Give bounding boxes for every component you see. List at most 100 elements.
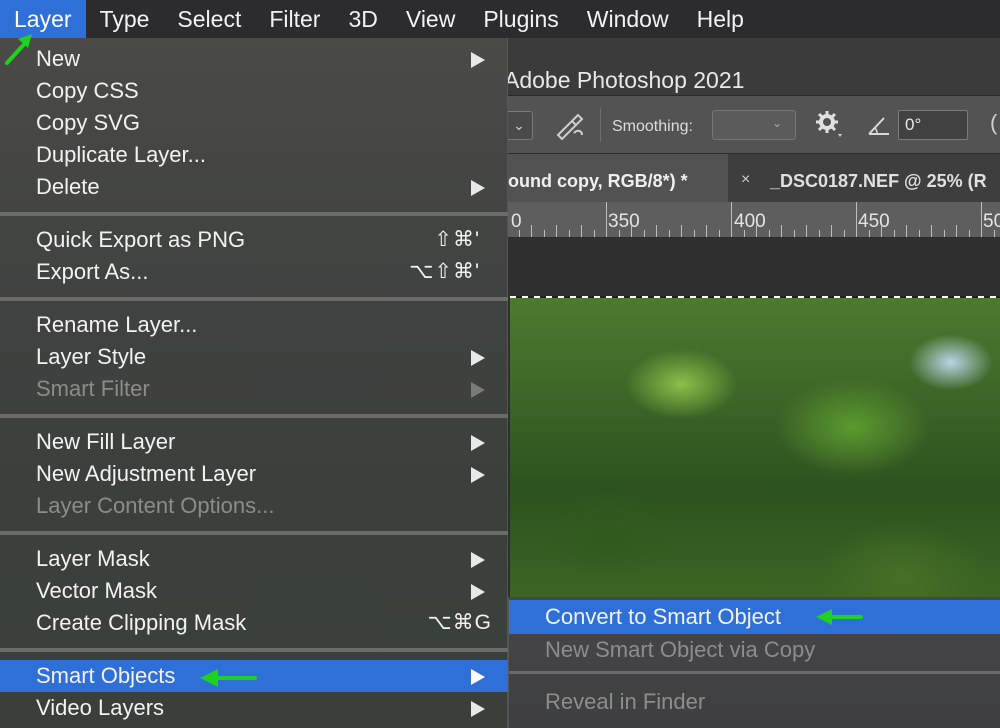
menu-view[interactable]: View [392, 0, 469, 38]
menu-item-quick-export-png[interactable]: Quick Export as PNG ⇧⌘' [0, 224, 508, 256]
submenu-arrow-icon [471, 584, 485, 600]
menu-item-vector-mask[interactable]: Vector Mask [0, 575, 508, 607]
menu-item-layer-mask[interactable]: Layer Mask [0, 543, 508, 575]
ruler-tick [693, 230, 695, 237]
menu-item-label: Create Clipping Mask [36, 610, 247, 635]
ruler-tick [568, 230, 570, 237]
submenu-item-label: Reveal in Finder [545, 689, 706, 714]
menu-separator [0, 414, 508, 418]
menu-item-smart-filter: Smart Filter [0, 373, 508, 405]
ruler-number: 0 [511, 211, 522, 232]
menu-bar: Layer Type Select Filter 3D View Plugins… [0, 0, 1000, 38]
menu-item-label: Layer Content Options... [36, 493, 275, 518]
ruler-tick [606, 202, 607, 237]
menu-item-new[interactable]: New [0, 43, 508, 75]
ruler-tick [781, 225, 782, 237]
submenu-item-convert-to-smart-object[interactable]: Convert to Smart Object [509, 600, 1000, 634]
ruler-tick [893, 230, 895, 237]
ruler-tick [543, 230, 545, 237]
submenu-separator [509, 671, 1000, 674]
menu-item-label: Smart Filter [36, 376, 150, 401]
menu-help[interactable]: Help [683, 0, 758, 38]
menu-item-label: Video Layers [36, 695, 165, 720]
menu-item-label: Copy CSS [36, 78, 139, 103]
menu-item-layer-style[interactable]: Layer Style [0, 341, 508, 373]
menu-item-new-fill-layer[interactable]: New Fill Layer [0, 426, 508, 458]
angle-input[interactable]: 0° [898, 110, 968, 140]
menu-item-delete[interactable]: Delete [0, 171, 508, 203]
ruler-tick [556, 225, 557, 237]
ruler-tick [718, 230, 720, 237]
gear-icon[interactable] [814, 108, 844, 140]
menu-item-label: Vector Mask [36, 578, 158, 603]
smart-objects-submenu: Convert to Smart Object New Smart Object… [508, 597, 1000, 728]
ruler-tick [706, 225, 707, 237]
selection-marquee [510, 296, 1000, 298]
tab-document-2[interactable]: _DSC0187.NEF @ 25% (R [770, 171, 987, 192]
menu-item-label: Delete [36, 174, 100, 199]
menu-plugins[interactable]: Plugins [469, 0, 572, 38]
menu-item-label: Export As... [36, 259, 149, 284]
brush-preset-dropdown[interactable]: ⌄ [505, 111, 533, 140]
ruler-tick [918, 230, 920, 237]
airbrush-icon[interactable] [552, 109, 588, 141]
ruler-tick [593, 230, 595, 237]
ruler-tick [793, 230, 795, 237]
menu-item-copy-svg[interactable]: Copy SVG [0, 107, 508, 139]
menu-type[interactable]: Type [86, 0, 164, 38]
close-icon[interactable]: × [741, 171, 750, 189]
ruler-number: 400 [734, 211, 766, 232]
ruler-tick [656, 225, 657, 237]
menu-3d[interactable]: 3D [334, 0, 391, 38]
options-overflow: ( [990, 110, 998, 135]
menu-item-label: Layer Mask [36, 546, 150, 571]
menu-item-label: Layer Style [36, 344, 147, 369]
options-divider [600, 108, 601, 142]
ruler-tick [831, 225, 832, 237]
smoothing-field[interactable] [712, 110, 796, 140]
menu-item-video-layers[interactable]: Video Layers [0, 692, 508, 724]
ruler-tick [631, 225, 632, 237]
menu-item-copy-css[interactable]: Copy CSS [0, 75, 508, 107]
submenu-arrow-icon [471, 350, 485, 366]
menu-item-export-as[interactable]: Export As... ⌥⇧⌘' [0, 256, 508, 288]
menu-item-label: Quick Export as PNG [36, 227, 246, 252]
submenu-arrow-icon [471, 467, 485, 483]
annotation-arrow-icon [816, 609, 863, 625]
submenu-arrow-icon [471, 180, 485, 196]
ruler-tick [843, 230, 845, 237]
submenu-arrow-icon [471, 669, 485, 685]
keyboard-shortcut: ⌥⌘G [427, 611, 492, 634]
ruler-tick [993, 230, 995, 237]
tab-active-label: ound copy, RGB/8*) * [508, 171, 688, 191]
annotation-arrow-icon [200, 669, 257, 687]
menu-item-label: New Fill Layer [36, 429, 176, 454]
ruler-number: 50 [983, 211, 1000, 232]
ruler-tick [668, 230, 670, 237]
ruler-tick [731, 202, 732, 237]
menu-window[interactable]: Window [573, 0, 683, 38]
menu-item-rename-layer[interactable]: Rename Layer... [0, 309, 508, 341]
ruler-tick [906, 225, 907, 237]
menu-item-label: Rename Layer... [36, 312, 198, 337]
submenu-item-label: Convert to Smart Object [545, 604, 781, 629]
ruler-tick [931, 225, 932, 237]
menu-item-duplicate-layer[interactable]: Duplicate Layer... [0, 139, 508, 171]
menu-filter[interactable]: Filter [255, 0, 334, 38]
menu-item-create-clipping-mask[interactable]: Create Clipping Mask ⌥⌘G [0, 607, 508, 639]
submenu-item-label: New Smart Object via Copy [545, 637, 816, 662]
ruler-tick [881, 225, 882, 237]
angle-icon [868, 117, 889, 135]
ruler-tick [943, 230, 945, 237]
smoothing-label: Smoothing: [612, 118, 693, 135]
menu-item-label: Smart Objects [36, 663, 176, 688]
ruler-number: 350 [608, 211, 640, 232]
app-title: Adobe Photoshop 2021 [504, 67, 745, 93]
ruler-tick [768, 230, 770, 237]
ruler-tick [743, 230, 745, 237]
ruler-tick [518, 230, 520, 237]
menu-select[interactable]: Select [163, 0, 255, 38]
ruler-tick [856, 202, 857, 237]
menu-item-new-adjustment-layer[interactable]: New Adjustment Layer [0, 458, 508, 490]
submenu-arrow-icon [471, 701, 485, 717]
